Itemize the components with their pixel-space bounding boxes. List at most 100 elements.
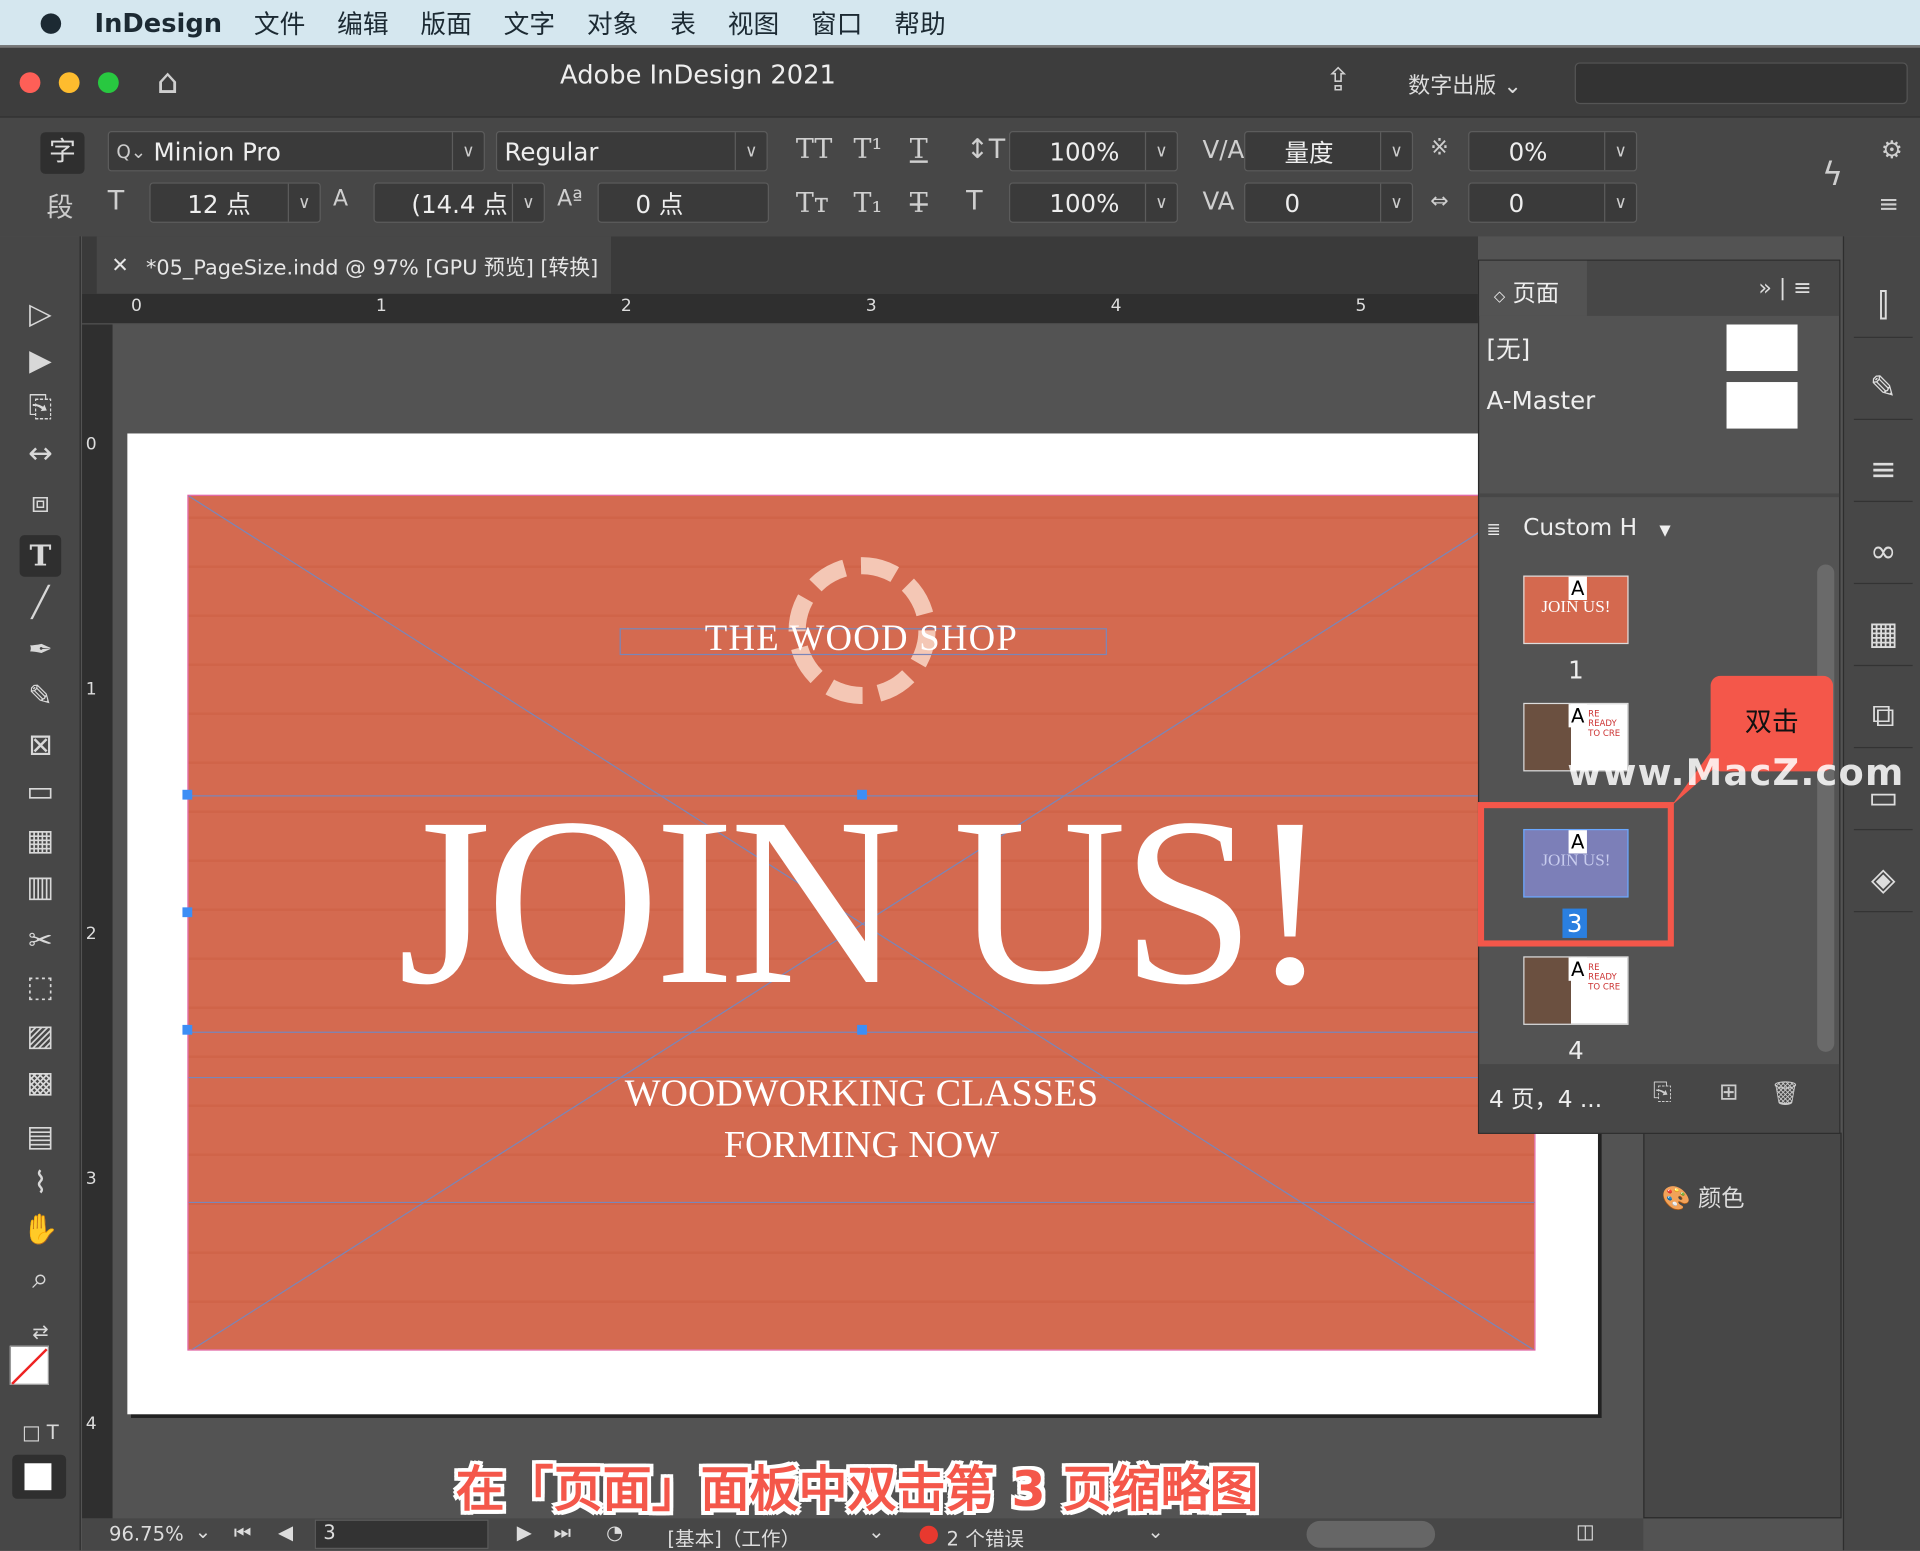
page-tool-icon[interactable]: ⎘ xyxy=(20,386,62,428)
chevron-down-icon[interactable]: ∨ xyxy=(1380,132,1412,171)
preflight-profile[interactable]: [基本]（工作） xyxy=(667,1522,800,1551)
font-family-field[interactable]: Q⌄ Minion Pro ∨ xyxy=(107,131,485,172)
selection-handle[interactable] xyxy=(182,789,193,800)
chevron-down-icon[interactable]: ∨ xyxy=(1380,183,1412,222)
menu-file[interactable]: 文件 xyxy=(254,4,305,41)
baseline-shift-field[interactable]: 0 点 xyxy=(597,182,769,223)
menu-help[interactable]: 帮助 xyxy=(894,4,945,41)
chevron-down-icon[interactable]: ∨ xyxy=(1604,183,1636,222)
hand-tool-icon[interactable]: ✋ xyxy=(20,1209,62,1251)
master-none[interactable]: [无] xyxy=(1487,329,1531,365)
scrollbar[interactable] xyxy=(1817,564,1835,1052)
delete-page-icon[interactable]: 🗑 xyxy=(1771,1079,1801,1107)
chevron-down-icon[interactable]: ∨ xyxy=(451,132,484,171)
zoom-level[interactable]: 96.75% xyxy=(109,1522,184,1545)
search-input[interactable] xyxy=(1574,62,1908,105)
rectangle-tool-icon[interactable]: ▭ xyxy=(20,770,62,812)
stroke-icon[interactable]: ≡ xyxy=(1853,431,1913,503)
color-panel-button[interactable]: 🎨 颜色 xyxy=(1662,1180,1745,1213)
tsume-field[interactable]: 0% ∨ xyxy=(1468,131,1638,172)
vertical-scale-field[interactable]: 100% ∨ xyxy=(1008,131,1178,172)
rectangle-frame-tool-icon[interactable]: ⊠ xyxy=(20,724,62,766)
master-thumbnail[interactable] xyxy=(1726,382,1798,429)
fill-swatch[interactable] xyxy=(9,1345,49,1385)
menu-view[interactable]: 视图 xyxy=(728,4,779,41)
subscript-icon[interactable]: T₁ xyxy=(853,190,882,218)
selection-handle[interactable] xyxy=(857,1024,867,1035)
grid-tool-icon[interactable]: ▥ xyxy=(20,866,62,908)
horizontal-scrollbar[interactable] xyxy=(1306,1520,1436,1548)
normal-view-mode-button[interactable] xyxy=(12,1454,67,1499)
document-tab[interactable]: ✕ *05_PageSize.indd @ 97% [GPU 预览] [转换] xyxy=(96,236,612,294)
panel-menu-icon[interactable]: ≡ xyxy=(1878,191,1899,215)
last-page-icon[interactable]: ⏭ xyxy=(553,1521,571,1545)
split-view-icon[interactable]: ◫ xyxy=(1576,1520,1595,1543)
menu-edit[interactable]: 编辑 xyxy=(337,4,388,41)
underline-icon[interactable]: T xyxy=(910,137,928,164)
chevron-down-icon[interactable]: ∨ xyxy=(1604,132,1636,171)
selection-handle[interactable] xyxy=(857,789,867,800)
chevron-down-icon[interactable]: ∨ xyxy=(511,183,544,222)
scissors-tool-icon[interactable]: ✂ xyxy=(20,920,62,962)
horizontal-ruler[interactable]: 0 1 2 3 4 5 xyxy=(82,293,1478,325)
page-thumbnail-4[interactable]: RE READY TO CRE A xyxy=(1523,956,1629,1025)
close-window-button[interactable] xyxy=(19,72,41,94)
first-page-icon[interactable]: ⏮ xyxy=(234,1521,252,1545)
minimize-window-button[interactable] xyxy=(58,72,80,94)
previous-page-icon[interactable]: ◀ xyxy=(278,1521,293,1544)
chevron-down-icon[interactable]: ∨ xyxy=(1144,132,1177,171)
strikethrough-icon[interactable]: T xyxy=(910,190,928,218)
menu-object[interactable]: 对象 xyxy=(587,4,638,41)
chevron-down-icon[interactable]: ⌄ xyxy=(868,1520,884,1543)
home-icon[interactable]: ⌂ xyxy=(157,64,179,99)
paragraph-mode-button[interactable]: 段 xyxy=(47,186,74,225)
collapse-panel-icon[interactable]: » | ≡ xyxy=(1758,276,1811,302)
master-a[interactable]: A-Master xyxy=(1487,386,1596,415)
zoom-window-button[interactable] xyxy=(97,72,119,94)
line-tool-icon[interactable]: ╱ xyxy=(20,582,62,624)
character-mode-button[interactable]: 字 xyxy=(40,132,85,174)
gradient-swatch-tool-icon[interactable]: ▨ xyxy=(20,1015,62,1057)
tracking-field[interactable]: 0 ∨ xyxy=(1244,182,1414,223)
selection-tool-icon[interactable]: ▷ xyxy=(20,293,62,335)
share-icon[interactable]: ⇪ xyxy=(1325,65,1352,97)
menu-indesign[interactable]: InDesign xyxy=(95,8,223,37)
char-rotation-field[interactable]: 0 ∨ xyxy=(1468,182,1638,223)
small-caps-icon[interactable]: Tт xyxy=(796,190,829,218)
free-transform-tool-icon[interactable]: ⬚ xyxy=(20,966,62,1008)
apple-icon[interactable]: ● xyxy=(39,7,63,38)
page-thumbnail-1[interactable]: JOIN US! A xyxy=(1523,575,1629,645)
quick-apply-icon[interactable]: ϟ xyxy=(1822,159,1843,191)
edit-page-size-icon[interactable]: ⎘ xyxy=(1653,1079,1672,1106)
horizontal-scale-field[interactable]: 100% ∨ xyxy=(1008,182,1178,223)
new-page-icon[interactable]: ⊞ xyxy=(1719,1079,1738,1106)
master-thumbnail[interactable] xyxy=(1726,324,1798,372)
chevron-down-icon[interactable]: ⌄ xyxy=(1147,1520,1163,1543)
selection-handle[interactable] xyxy=(182,1024,193,1035)
content-collector-icon[interactable]: ⧈ xyxy=(20,481,62,523)
chevron-down-icon[interactable]: ∨ xyxy=(734,132,767,171)
pages-panel-icon[interactable]: ⫿ xyxy=(1853,267,1913,338)
type-tool-icon[interactable]: T xyxy=(19,535,62,577)
font-style-field[interactable]: Regular ∨ xyxy=(495,131,768,172)
leading-field[interactable]: (14.4 点 ∨ xyxy=(373,182,545,223)
edit-icon[interactable]: ✎ xyxy=(1853,349,1913,421)
table-tool-icon[interactable]: ▦ xyxy=(20,819,62,861)
superscript-icon[interactable]: T¹ xyxy=(853,137,882,164)
font-size-field[interactable]: 12 点 ∨ xyxy=(149,182,321,223)
close-icon[interactable]: ✕ xyxy=(111,253,128,277)
menu-table[interactable]: 表 xyxy=(670,4,696,41)
swatches-icon[interactable]: ▦ xyxy=(1853,595,1913,667)
kerning-field[interactable]: 量度 ∨ xyxy=(1244,131,1414,172)
menu-window[interactable]: 窗口 xyxy=(811,4,862,41)
next-page-icon[interactable]: ▶ xyxy=(517,1521,532,1544)
page-number-field[interactable]: 3 xyxy=(314,1519,489,1549)
direct-selection-tool-icon[interactable]: ▶ xyxy=(20,339,62,381)
artwork-frame[interactable]: THE WOOD SHOP JOIN US! WOODWORKING CLASS… xyxy=(187,494,1536,1351)
eyedropper-tool-icon[interactable]: ⌇ xyxy=(20,1162,62,1204)
gap-tool-icon[interactable]: ↔ xyxy=(20,432,62,474)
links-icon[interactable]: ∞ xyxy=(1853,513,1913,585)
zoom-tool-icon[interactable]: ⌕ xyxy=(20,1258,62,1300)
gear-icon[interactable]: ⚙ xyxy=(1881,137,1903,161)
workspace-switcher[interactable]: 数字出版 ⌄ xyxy=(1408,69,1522,101)
